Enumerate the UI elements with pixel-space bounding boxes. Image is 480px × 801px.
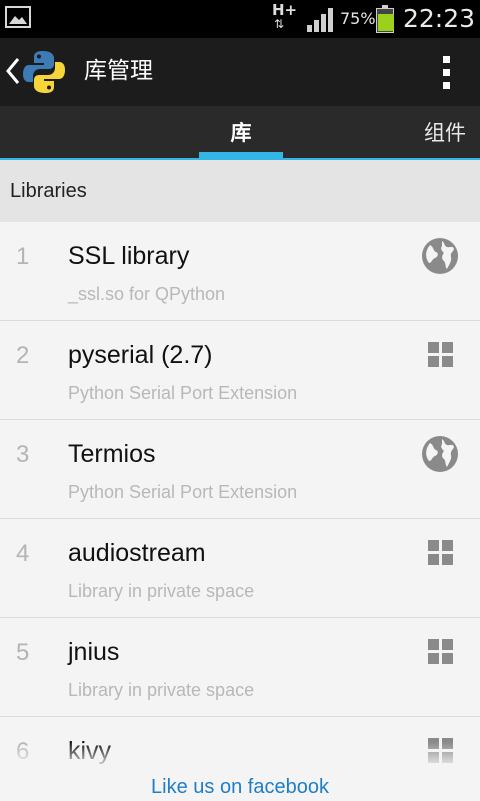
item-title: audiostream [68, 539, 206, 567]
section-header-label: Libraries [10, 180, 87, 202]
battery-fill [378, 13, 394, 31]
item-title: jnius [68, 638, 120, 666]
list-item[interactable]: 5 jnius Library in private space [0, 618, 480, 717]
clock: 22:23 [403, 4, 476, 33]
tab-bar: 库 组件 [0, 106, 480, 160]
section-header: Libraries [0, 160, 480, 222]
tab-components-label: 组件 [424, 121, 466, 145]
item-title: SSL library [68, 242, 190, 270]
item-number: 1 [16, 243, 30, 270]
data-activity-icon: ⇅ [274, 17, 285, 31]
item-title: Termios [68, 440, 156, 468]
list-item[interactable]: 4 audiostream Library in private space [0, 519, 480, 618]
globe-icon[interactable] [420, 236, 460, 276]
action-bar: 库管理 [0, 38, 480, 106]
python-logo-icon[interactable] [20, 48, 68, 96]
item-title: pyserial (2.7) [68, 341, 213, 369]
battery-icon [376, 5, 394, 33]
facebook-link[interactable]: Like us on facebook [0, 773, 480, 801]
image-notification-icon [5, 6, 31, 28]
item-number: 4 [16, 540, 30, 567]
grid-icon[interactable] [420, 335, 460, 375]
list-item[interactable]: 3 Termios Python Serial Port Extension [0, 420, 480, 519]
status-bar: H+ ⇅ 75% 22:23 [0, 0, 480, 38]
item-description: _ssl.so for QPython [68, 284, 226, 304]
item-description: Python Serial Port Extension [68, 383, 298, 403]
tab-libraries-label: 库 [230, 121, 252, 145]
item-number: 5 [16, 639, 30, 666]
list-item[interactable]: 1 SSL library _ssl.so for QPython [0, 222, 480, 321]
globe-icon[interactable] [420, 434, 460, 474]
item-number: 2 [16, 342, 30, 369]
grid-icon[interactable] [420, 632, 460, 672]
network-type-label: H+ [272, 1, 298, 19]
item-description: Library in private space [68, 581, 255, 601]
network-indicator: H+ ⇅ [272, 3, 298, 33]
overflow-menu-icon[interactable] [432, 52, 462, 92]
battery-percent: 75% [340, 9, 376, 28]
tab-components[interactable]: 组件 [424, 106, 480, 160]
signal-strength-icon [306, 6, 336, 36]
item-description: Python Serial Port Extension [68, 482, 298, 502]
grid-icon[interactable] [420, 533, 460, 573]
item-number: 3 [16, 441, 30, 468]
item-description: Library in private space [68, 680, 255, 700]
list-item[interactable]: 2 pyserial (2.7) Python Serial Port Exte… [0, 321, 480, 420]
tab-libraries[interactable]: 库 [199, 106, 283, 160]
library-list[interactable]: 1 SSL library _ssl.so for QPython 2 pyse… [0, 222, 480, 800]
page-title: 库管理 [84, 58, 153, 84]
